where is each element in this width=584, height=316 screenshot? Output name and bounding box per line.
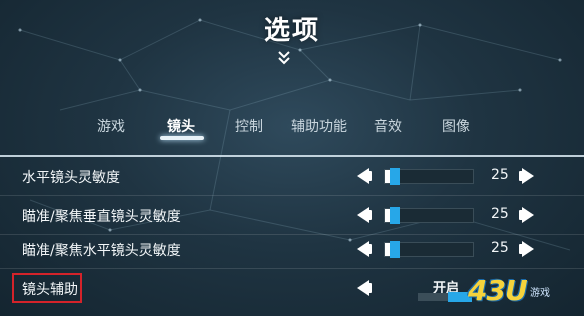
watermark-logo: 43U 游戏 [468, 274, 584, 316]
setting-row: 瞄准/聚焦水平镜头灵敏度 25 [0, 234, 584, 269]
setting-label: 水平镜头灵敏度 [22, 170, 120, 186]
arrow-right-icon[interactable] [522, 168, 534, 184]
slider-value: 25 [491, 240, 509, 256]
row-divider [0, 268, 584, 269]
slider-handle[interactable] [390, 241, 400, 258]
arrow-right-icon[interactable] [522, 241, 534, 257]
arrow-left-nub [368, 244, 372, 254]
tab-graphics[interactable]: 图像 [442, 116, 470, 136]
slider-handle[interactable] [390, 168, 400, 185]
slider-value: 25 [491, 167, 509, 183]
tab-game[interactable]: 游戏 [97, 116, 125, 136]
slider-track[interactable] [384, 168, 474, 185]
setting-row: 瞄准/聚焦垂直镜头灵敏度 25 [0, 200, 584, 235]
tab-bar: 游戏 镜头 控制 辅助功能 音效 图像 [0, 116, 584, 146]
arrow-left-nub [368, 283, 372, 293]
arrow-right-icon[interactable] [522, 207, 534, 223]
tab-accessibility[interactable]: 辅助功能 [291, 116, 347, 136]
highlight-box [12, 273, 82, 303]
slider-track[interactable] [384, 207, 474, 224]
slider-track[interactable] [384, 241, 474, 258]
watermark-text: 43U [468, 274, 528, 307]
slider-value: 25 [491, 206, 509, 222]
active-tab-indicator [160, 136, 204, 140]
double-chevron-down-icon[interactable] [276, 50, 292, 66]
tab-camera[interactable]: 镜头 [167, 116, 195, 136]
arrow-left-nub [368, 210, 372, 220]
arrow-left-nub [368, 171, 372, 181]
row-divider [0, 195, 584, 196]
tab-audio[interactable]: 音效 [374, 116, 402, 136]
setting-label: 瞄准/聚焦水平镜头灵敏度 [22, 243, 181, 259]
slider-handle[interactable] [390, 207, 400, 224]
watermark-subtext: 游戏 [530, 288, 550, 299]
page-title: 选项 [263, 16, 320, 46]
tab-controls[interactable]: 控制 [235, 116, 263, 136]
setting-label: 瞄准/聚焦垂直镜头灵敏度 [22, 209, 181, 225]
setting-row: 水平镜头灵敏度 25 [0, 161, 584, 196]
header-divider [0, 155, 584, 157]
